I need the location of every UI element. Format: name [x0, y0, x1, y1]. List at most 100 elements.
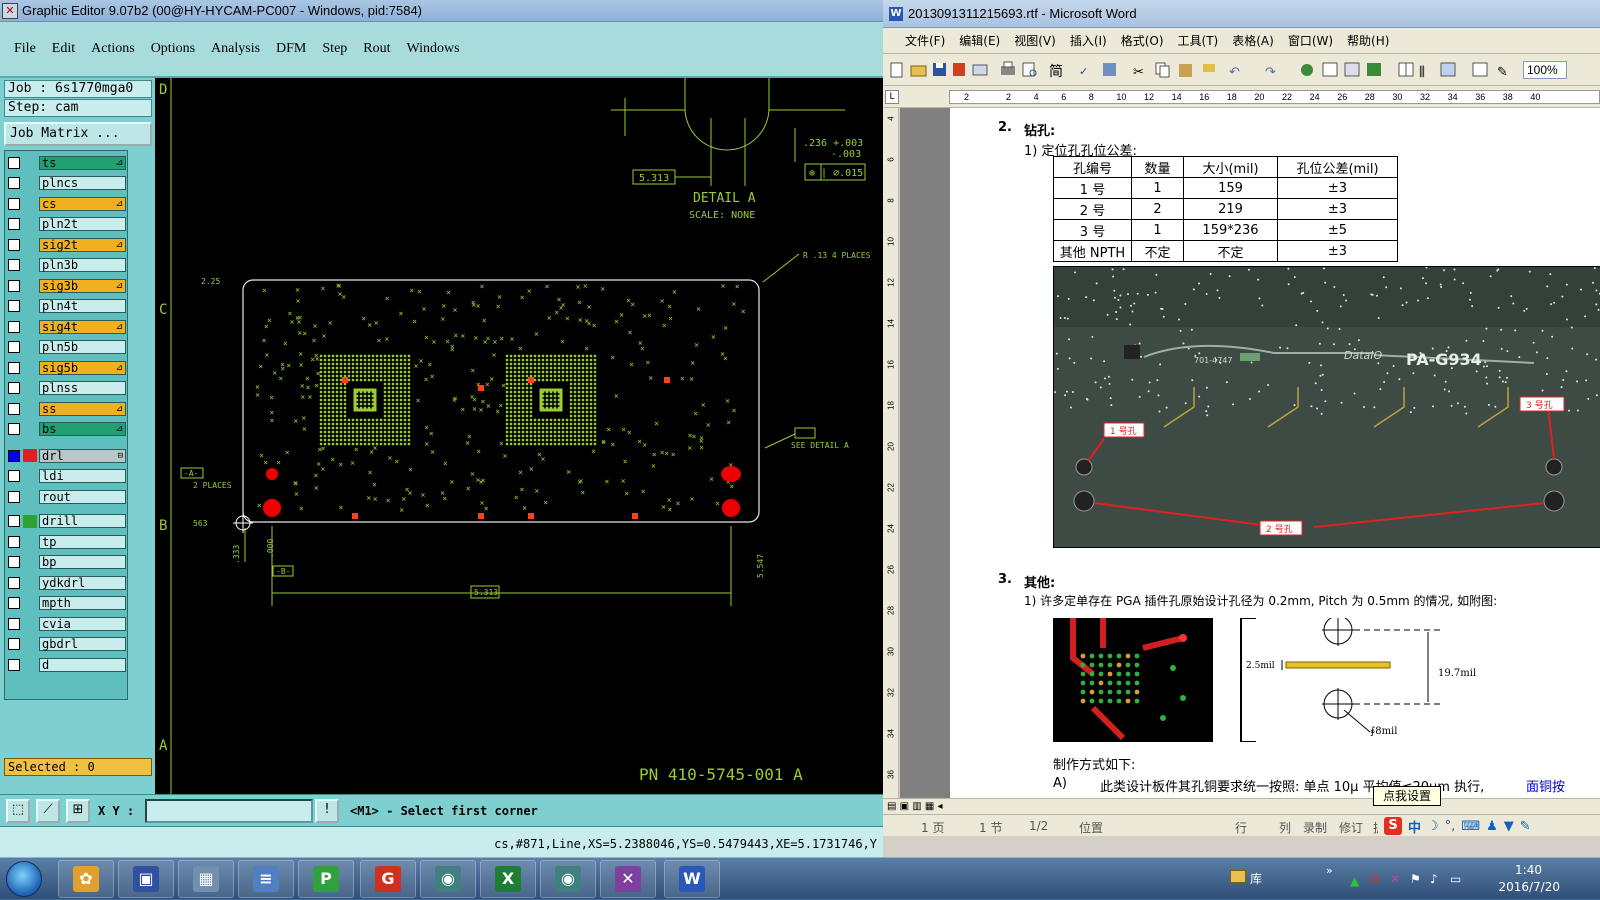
layer-name-button[interactable]: rout [39, 489, 126, 504]
layer-row-tp[interactable]: tp [8, 534, 126, 549]
new-doc-icon[interactable] [890, 62, 903, 78]
layer-checkbox[interactable] [8, 218, 20, 230]
layer-row-d[interactable]: d [8, 657, 126, 672]
layer-name-button[interactable]: tp [39, 534, 126, 549]
taskbar-button-shell[interactable]: ✿ [58, 860, 114, 898]
tray-app-icon[interactable]: ▲ [1350, 874, 1359, 888]
word-menu-tools[interactable]: 工具(T) [1178, 32, 1219, 49]
layer-row-ts[interactable]: ts ⊿ [8, 155, 126, 170]
layer-row-rout[interactable]: rout [8, 489, 126, 504]
word-menu-format[interactable]: 格式(O) [1121, 32, 1164, 49]
word-menu-window[interactable]: 窗口(W) [1288, 32, 1333, 49]
permission-icon[interactable] [953, 63, 965, 76]
layer-checkbox[interactable] [8, 320, 20, 333]
layer-row-ldi[interactable]: ldi [8, 469, 126, 484]
menu-rout[interactable]: Rout [363, 41, 390, 57]
document-area[interactable]: 2. 钻孔: 1) 定位孔孔位公差: 孔编号 数量 大小(mil) 孔位公差(m… [900, 108, 1600, 798]
document-page[interactable]: 2. 钻孔: 1) 定位孔孔位公差: 孔编号 数量 大小(mil) 孔位公差(m… [950, 108, 1600, 798]
word-menu-view[interactable]: 视图(V) [1014, 32, 1056, 49]
layer-row-bs[interactable]: bs ⊿ [8, 422, 126, 437]
layer-checkbox[interactable] [8, 177, 20, 189]
menu-analysis[interactable]: Analysis [211, 41, 260, 57]
info-tool-icon[interactable]: ! [315, 799, 339, 823]
research-icon[interactable] [1103, 63, 1116, 76]
layer-row-ss[interactable]: ss ⊿ [8, 401, 126, 416]
layer-checkbox[interactable] [8, 361, 20, 374]
tray-g-icon[interactable]: G [1370, 872, 1379, 886]
word-menu-edit[interactable]: 编辑(E) [959, 32, 1000, 49]
ime-user-icon[interactable]: ♟ [1486, 819, 1498, 834]
taskbar-button-g-app[interactable]: G [360, 860, 416, 898]
layer-name-button[interactable]: sig3b ⊿ [39, 278, 126, 293]
ime-wrench-icon[interactable]: ✎ [1520, 819, 1531, 834]
layer-checkbox[interactable] [8, 449, 20, 462]
tables-borders-icon[interactable] [1322, 62, 1338, 77]
hyperlink-icon[interactable] [1301, 64, 1313, 76]
layer-checkbox[interactable] [8, 341, 20, 353]
ime-shirt-icon[interactable]: ▼ [1504, 819, 1514, 834]
library-folder-icon[interactable] [1230, 870, 1246, 883]
taskbar-button-p-app[interactable]: P [298, 860, 354, 898]
layer-row-sig3b[interactable]: sig3b ⊿ [8, 278, 126, 293]
volume-icon[interactable]: ♪ [1430, 872, 1438, 886]
simplified-chinese-icon[interactable]: 简 [1049, 63, 1063, 80]
network-icon[interactable]: ▭ [1450, 872, 1461, 886]
layer-checkbox[interactable] [8, 402, 20, 415]
layer-checkbox[interactable] [8, 535, 20, 548]
layer-name-button[interactable]: ldi [39, 469, 126, 483]
layer-checkbox[interactable] [8, 597, 20, 609]
layer-name-button[interactable]: sig4t ⊿ [39, 319, 126, 334]
action-center-flag-icon[interactable]: ⚑ [1410, 872, 1421, 886]
layer-row-pln2t[interactable]: pln2t [8, 217, 126, 232]
taskbar-button-eye-app[interactable]: ◉ [420, 860, 476, 898]
save-icon[interactable] [933, 63, 946, 76]
item-a-link[interactable]: 面铜按 [1526, 776, 1565, 795]
word-menu-table[interactable]: 表格(A) [1232, 32, 1274, 49]
vertical-ruler[interactable]: 4 6 8 10 12 14 16 18 20 22 24 26 28 30 32 34 36 [883, 108, 899, 798]
layer-row-cvia[interactable]: cvia [8, 616, 126, 631]
layer-name-button[interactable]: cvia [39, 616, 126, 631]
show-hide-icon[interactable] [1472, 62, 1488, 77]
undo-icon[interactable]: ↶ [1229, 65, 1240, 80]
layer-row-pln5b[interactable]: pln5b [8, 340, 126, 355]
insert-excel-icon[interactable] [1367, 63, 1381, 76]
layer-name-button[interactable]: plncs [39, 176, 126, 190]
tab-selector-icon[interactable]: L [885, 90, 899, 104]
start-button-icon[interactable] [6, 861, 42, 897]
layer-row-sig2t[interactable]: sig2t ⊿ [8, 237, 126, 252]
taskbar-button-word[interactable]: W [664, 860, 720, 898]
taskbar-button-excel[interactable]: X [480, 860, 536, 898]
layer-name-button[interactable]: drl ⊟ [39, 448, 126, 463]
tray-x-icon[interactable]: ✕ [1390, 872, 1400, 886]
layer-name-button[interactable]: bp [39, 555, 126, 569]
layer-checkbox[interactable] [8, 279, 20, 292]
ime-toolbar[interactable]: S 中 ☽ °, ⌨ ♟ ▼ ✎ [1378, 816, 1600, 836]
graphic-editor-titlebar[interactable]: ✕ Graphic Editor 9.07b2 (00@HY-HYCAM-PC0… [0, 0, 883, 22]
view-buttons-icon[interactable]: ▤ ▣ ▥ ▦ ◂ [887, 801, 943, 812]
ime-moon-icon[interactable]: ☽ [1427, 819, 1439, 834]
print-preview-icon[interactable] [1022, 62, 1037, 77]
open-folder-icon[interactable] [910, 65, 927, 77]
menu-windows[interactable]: Windows [407, 41, 460, 57]
layer-name-button[interactable]: ts ⊿ [39, 155, 126, 170]
layer-name-button[interactable]: gbdrl [39, 637, 126, 651]
layer-name-button[interactable]: cs ⊿ [39, 196, 126, 211]
status-rec[interactable]: 录制 [1303, 819, 1327, 836]
email-icon[interactable] [972, 64, 988, 76]
copy-icon[interactable] [1155, 62, 1170, 78]
columns-icon[interactable] [1398, 62, 1414, 77]
spelling-icon[interactable]: ✓ [1079, 65, 1088, 78]
taskbar-button-x-app[interactable]: ✕ [600, 860, 656, 898]
drawing-icon[interactable]: ⫼ [1419, 65, 1425, 80]
layer-row-gbdrl[interactable]: gbdrl [8, 637, 126, 652]
taskbar-button-eye-app2[interactable]: ◉ [540, 860, 596, 898]
layer-checkbox[interactable] [8, 617, 20, 630]
layer-row-sig5b[interactable]: sig5b ⊿ [8, 360, 126, 375]
zoom-tool-icon[interactable]: ⬚ [6, 799, 30, 823]
print-icon[interactable] [1001, 61, 1015, 75]
layer-name-button[interactable]: ss ⊿ [39, 401, 126, 416]
word-menu-file[interactable]: 文件(F) [905, 32, 945, 49]
menu-actions[interactable]: Actions [91, 41, 135, 57]
word-menu-help[interactable]: 帮助(H) [1347, 32, 1389, 49]
status-trk[interactable]: 修订 [1339, 819, 1363, 836]
